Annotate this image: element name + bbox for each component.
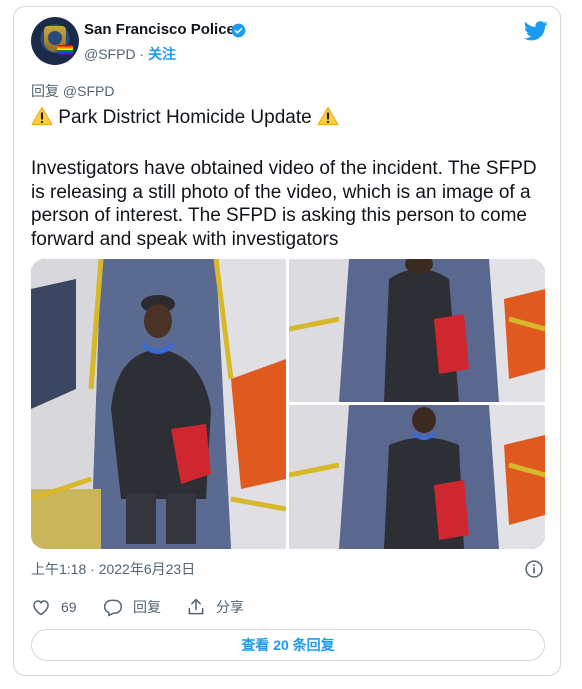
tweet-card: San Francisco Police @SFPD · 关注 回复 @SFPD…	[13, 6, 561, 676]
tweet-text: Investigators have obtained video of the…	[31, 158, 537, 250]
heart-icon	[33, 600, 49, 616]
media-grid	[31, 259, 545, 549]
account-name[interactable]: San Francisco Police	[84, 21, 235, 38]
account-handle[interactable]: @SFPD	[84, 46, 136, 62]
view-replies-button[interactable]: 查看 20 条回复	[31, 629, 545, 661]
reply-label: 回复	[133, 599, 161, 615]
avatar[interactable]	[31, 17, 79, 65]
tweet-title: Park District Homicide Update	[58, 107, 312, 128]
photo-top-right[interactable]	[289, 259, 545, 402]
share-button[interactable]: 分享	[186, 597, 244, 617]
follow-button[interactable]: 关注	[148, 46, 176, 62]
like-button[interactable]: 69	[31, 597, 77, 617]
handle-line: @SFPD · 关注	[84, 44, 176, 64]
warning-icon	[31, 106, 53, 126]
warning-icon	[317, 106, 339, 126]
pride-flag	[57, 45, 73, 55]
share-icon	[188, 598, 204, 615]
twitter-bird-icon[interactable]	[524, 21, 548, 41]
like-count: 69	[61, 599, 77, 615]
tweet-timestamp[interactable]: 上午1:18 · 2022年6月23日	[31, 559, 195, 579]
reply-button[interactable]: 回复	[103, 597, 161, 617]
info-icon[interactable]	[524, 559, 544, 579]
share-label: 分享	[216, 599, 244, 615]
photo-bottom-right[interactable]	[289, 405, 545, 549]
photo-left[interactable]	[31, 259, 286, 549]
verified-badge-icon	[231, 23, 246, 38]
separator: ·	[139, 46, 145, 62]
reply-icon	[103, 599, 123, 617]
reply-to-label: 回复 @SFPD	[31, 83, 115, 99]
tweet-title-line: Park District Homicide Update	[31, 105, 339, 131]
